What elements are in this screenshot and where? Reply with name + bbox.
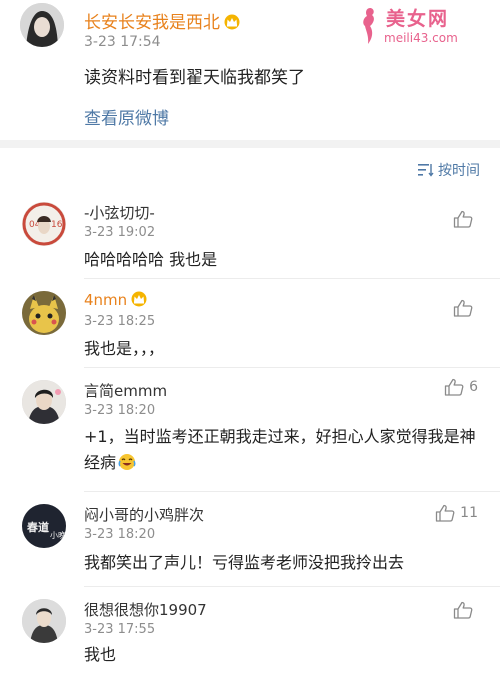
original-post: 长安长安我是西北 3-23 17:54 读资料时看到翟天临我都笑了 查看原微博 …	[0, 0, 500, 140]
sort-icon	[418, 164, 434, 177]
thumbs-up-icon	[436, 504, 455, 522]
laughing-crying-emoji-icon	[118, 454, 136, 470]
post-time: 3-23 17:54	[84, 34, 161, 50]
comment-sort-bar: 按时间	[0, 148, 500, 190]
comment-item: 春道 小晚 闷小哥的小鸡胖次 3-23 18:20 我都笑出了声儿！亏得监考老师…	[0, 492, 500, 587]
commenter-name[interactable]: 很想很想你19907	[84, 599, 207, 620]
comment-time: 3-23 18:20	[84, 527, 156, 542]
sort-label: 按时间	[438, 163, 480, 179]
commenter-name-text: 4nmn	[84, 291, 128, 309]
like-count: 6	[469, 379, 478, 395]
commenter-avatar[interactable]	[22, 291, 66, 335]
comment-text: 我也	[84, 645, 117, 664]
commenter-name[interactable]: 4nmn	[84, 291, 148, 309]
comment-item: 言简emmm 3-23 18:20 +1，当时监考还正朝我走过来，好担心人家觉得…	[0, 368, 500, 492]
comment-time: 3-23 18:20	[84, 403, 156, 418]
comment-text-content: +1，当时监考还正朝我走过来，好担心人家觉得我是神经病	[84, 427, 476, 472]
commenter-avatar[interactable]: 04 16	[22, 202, 66, 246]
commenter-name[interactable]: 闷小哥的小鸡胖次	[84, 504, 204, 525]
thumbs-up-icon	[444, 378, 464, 396]
thumbs-up-icon	[453, 210, 473, 228]
post-text: 读资料时看到翟天临我都笑了	[84, 68, 305, 88]
vip-crown-icon	[224, 14, 240, 30]
watermark-logo: 美女网 meili43.com	[356, 4, 486, 50]
watermark-url: meili43.com	[384, 31, 458, 45]
watermark-brand: 美女网	[386, 8, 450, 30]
thumbs-up-icon	[453, 299, 473, 317]
commenter-avatar[interactable]	[22, 380, 66, 424]
vip-crown-icon	[131, 291, 147, 307]
svg-text:春道: 春道	[27, 520, 49, 534]
like-button[interactable]	[453, 210, 478, 228]
svg-text:小晚: 小晚	[50, 530, 66, 540]
woman-silhouette-icon	[363, 8, 374, 44]
like-count: 11	[460, 505, 478, 521]
comment-text: 我也是，，，	[84, 339, 165, 358]
post-author-avatar[interactable]	[20, 3, 64, 47]
commenter-avatar[interactable]: 春道 小晚	[22, 504, 66, 548]
comment-item: 04 16 -小弦切切- 3-23 19:02 哈哈哈哈哈 我也是	[0, 190, 500, 279]
like-button[interactable]	[453, 601, 478, 619]
comment-item: 4nmn 3-23 18:25 我也是，，，	[0, 279, 500, 368]
like-button[interactable]: 6	[444, 378, 478, 396]
svg-text:16: 16	[51, 220, 63, 230]
comment-time: 3-23 19:02	[84, 225, 156, 240]
post-author-name-text: 长安长安我是西北	[84, 13, 220, 33]
comment-text: +1，当时监考还正朝我走过来，好担心人家觉得我是神经病	[84, 424, 484, 476]
commenter-avatar[interactable]	[22, 599, 66, 643]
comment-item: 很想很想你19907 3-23 17:55 我也	[0, 587, 500, 680]
like-button[interactable]: 11	[435, 504, 478, 522]
comment-text: 我都笑出了声儿！亏得监考老师没把我拎出去	[84, 553, 405, 572]
post-author-name[interactable]: 长安长安我是西北	[84, 8, 241, 33]
comment-time: 3-23 17:55	[84, 622, 156, 637]
thumbs-up-icon	[453, 601, 473, 619]
comment-time: 3-23 18:25	[84, 314, 156, 329]
view-original-weibo-link[interactable]: 查看原微博	[84, 104, 169, 129]
like-button[interactable]	[453, 299, 478, 317]
commenter-name[interactable]: -小弦切切-	[84, 202, 155, 223]
comment-text: 哈哈哈哈哈 我也是	[84, 250, 218, 269]
sort-by-time-button[interactable]: 按时间	[418, 160, 480, 180]
section-divider	[0, 140, 500, 148]
commenter-name[interactable]: 言简emmm	[84, 380, 167, 401]
